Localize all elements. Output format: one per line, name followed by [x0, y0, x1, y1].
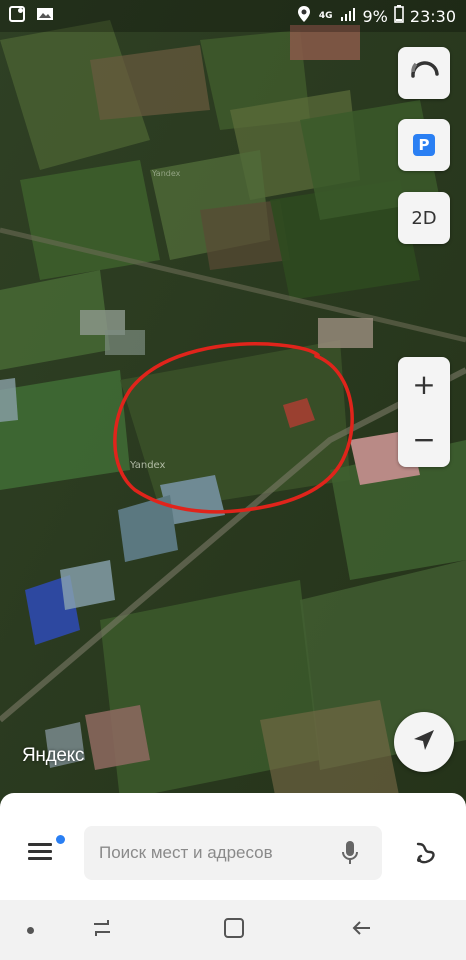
menu-button[interactable]	[28, 843, 54, 863]
map-watermark: Yandex	[151, 169, 181, 178]
nav-dot-button[interactable]	[24, 924, 36, 936]
alice-icon	[410, 842, 440, 872]
navigation-arrow-icon	[411, 727, 437, 757]
microphone-button[interactable]	[340, 839, 360, 867]
traffic-button[interactable]	[398, 47, 450, 99]
clock: 23:30	[409, 6, 456, 26]
zoom-in-button[interactable]: +	[398, 357, 450, 412]
zoom-controls: + −	[398, 357, 450, 467]
hamburger-icon-line	[28, 850, 52, 853]
hamburger-icon	[28, 843, 52, 846]
back-arrow-icon	[350, 916, 374, 944]
location-pin-icon	[295, 5, 313, 27]
recent-apps-button[interactable]	[88, 916, 116, 944]
signal-icon	[339, 5, 357, 27]
search-placeholder: Поиск мест и адресов	[99, 843, 273, 862]
system-nav-bar	[0, 900, 466, 960]
recent-apps-icon	[90, 916, 114, 944]
search-panel: Поиск мест и адресов	[0, 793, 466, 901]
alice-assistant-button[interactable]	[410, 838, 440, 868]
battery-percent: 9%	[362, 6, 388, 26]
home-button[interactable]	[220, 916, 248, 944]
view-2d-label: 2D	[411, 207, 437, 229]
status-bar: 4G 9% 23:30	[0, 0, 466, 32]
battery-icon	[394, 5, 404, 27]
map-watermark: Yandex	[129, 460, 166, 471]
my-location-button[interactable]	[394, 712, 454, 772]
zoom-out-button[interactable]: −	[398, 412, 450, 467]
traffic-icon	[407, 54, 441, 92]
yandex-logo: Яндекс	[22, 745, 85, 766]
image-icon	[36, 5, 54, 27]
notification-square-icon	[8, 5, 26, 27]
back-button[interactable]	[348, 916, 376, 944]
home-square-icon	[222, 916, 246, 944]
search-input[interactable]: Поиск мест и адресов	[84, 826, 382, 880]
hamburger-icon-line	[28, 857, 52, 860]
dot-icon	[26, 926, 34, 934]
view-2d-button[interactable]: 2D	[398, 192, 450, 244]
parking-button[interactable]: P	[398, 119, 450, 171]
network-type: 4G	[318, 10, 333, 21]
parking-icon: P	[413, 134, 435, 156]
notification-dot	[56, 835, 65, 844]
parking-label: P	[418, 136, 430, 154]
